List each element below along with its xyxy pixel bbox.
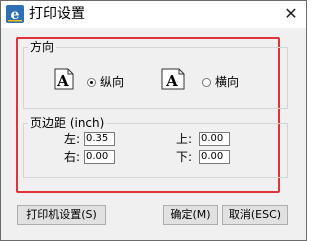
orientation-group-label: 方向 xyxy=(28,40,57,54)
ok-button[interactable]: 确定(M) xyxy=(163,205,218,225)
margins-group: 页边距 (inch) 左: 0.35 右: 0.00 上: 0.00 下: 0.… xyxy=(23,116,288,178)
margins-group-label: 页边距 (inch) xyxy=(28,116,107,130)
svg-text:A: A xyxy=(165,72,178,90)
title-bar[interactable]: e 打印设置 ✕ xyxy=(1,1,306,28)
close-icon[interactable]: ✕ xyxy=(280,4,302,24)
window-title: 打印设置 xyxy=(29,6,85,22)
right-margin-field[interactable]: 0.00 xyxy=(84,150,115,164)
dialog-body: 方向 A 纵向 A 横向 页边距 (inch) 左: 0.35 右: 0.00 xyxy=(1,28,306,240)
left-margin-field[interactable]: 0.35 xyxy=(84,132,115,146)
cancel-button[interactable]: 取消(ESC) xyxy=(222,205,288,225)
landscape-radio[interactable] xyxy=(202,78,211,87)
bottom-margin-label: 下: xyxy=(176,150,193,164)
portrait-label: 纵向 xyxy=(100,75,125,89)
app-logo-icon: e xyxy=(6,5,24,23)
portrait-radio[interactable] xyxy=(87,78,96,87)
landscape-page-icon: A xyxy=(161,68,185,90)
print-settings-dialog: e 打印设置 ✕ 方向 A 纵向 A 横向 页边距 (inch) 左: 0.35… xyxy=(0,0,307,241)
right-margin-label: 右: xyxy=(64,150,81,164)
top-margin-field[interactable]: 0.00 xyxy=(199,132,230,146)
svg-text:A: A xyxy=(56,72,69,90)
orientation-group: 方向 A 纵向 A 横向 xyxy=(23,40,288,109)
bottom-margin-field[interactable]: 0.00 xyxy=(199,150,230,164)
printer-settings-button[interactable]: 打印机设置(S) xyxy=(17,205,106,225)
landscape-label: 横向 xyxy=(215,75,240,89)
portrait-page-icon: A xyxy=(54,68,74,90)
left-margin-label: 左: xyxy=(64,132,81,146)
top-margin-label: 上: xyxy=(176,132,193,146)
